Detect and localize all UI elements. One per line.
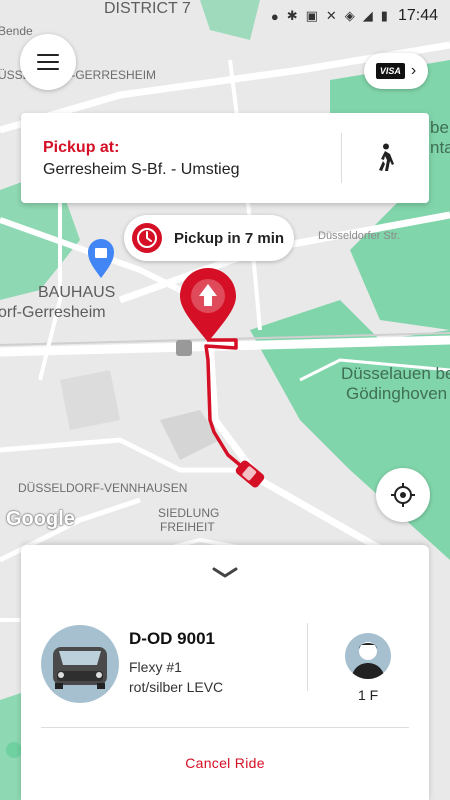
vehicle-description: rot/silber LEVC <box>129 679 224 695</box>
payment-method-button[interactable]: VISA › <box>364 53 428 89</box>
map-label-siedlung: SIEDLUNG <box>158 506 220 520</box>
menu-button[interactable] <box>20 34 76 90</box>
map-poi-icon <box>6 742 22 758</box>
map-label-top-right-b: ntal <box>430 138 450 157</box>
map-label-duesseldorfer-str: Düsseldorfer Str. <box>318 230 400 242</box>
vehicle-name: Flexy #1 <box>129 659 182 675</box>
map-label-top-right-a: ber <box>430 118 450 137</box>
status-bar: ● ✱ ▣ ✕ ◈ ◢ ▮ 17:44 <box>0 0 450 32</box>
map-label-duesselauen: Düsselauen be <box>341 364 450 383</box>
mute-icon: ✕ <box>325 8 337 23</box>
walking-person-icon[interactable] <box>373 143 397 173</box>
hamburger-menu-icon <box>37 54 59 70</box>
nfc-icon: ▣ <box>305 8 318 23</box>
battery-icon: ▮ <box>380 8 388 23</box>
pickup-address: Gerresheim S-Bf. - Umstieg <box>43 161 240 178</box>
chevron-right-icon: › <box>410 62 417 79</box>
collapse-chevron-icon[interactable] <box>211 565 239 581</box>
map-label-freiheit: FREIHEIT <box>160 520 215 534</box>
visa-card-icon: VISA <box>375 63 405 79</box>
map-label-bauhaus: BAUHAUS <box>38 284 116 301</box>
eta-pill: Pickup in 7 min <box>124 215 294 261</box>
eta-text: Pickup in 7 min <box>174 229 285 247</box>
signal-icon: ◢ <box>362 8 373 23</box>
cancel-ride-button[interactable]: Cancel Ride <box>21 755 429 771</box>
location-icon: ● <box>270 8 279 24</box>
google-logo: Google <box>6 508 75 530</box>
vehicle-divider <box>307 623 308 691</box>
map-label-bauhaus-sub: orf-Gerresheim <box>0 304 106 321</box>
train-station-icon <box>176 340 192 356</box>
vehicle-avatar <box>41 625 119 703</box>
map-label-goedinghoven: Gödinghoven <box>346 384 448 403</box>
status-icons: ● ✱ ▣ ✕ ◈ ◢ ▮ <box>271 8 388 24</box>
status-time: 17:44 <box>397 7 438 24</box>
wifi-icon: ◈ <box>344 8 355 23</box>
person-icon <box>351 642 385 679</box>
map-label-vennhausen: DÜSSELDORF-VENNHAUSEN <box>18 481 188 495</box>
my-location-button[interactable] <box>376 468 430 522</box>
vehicle-plate: D-OD 9001 <box>129 629 215 648</box>
bluetooth-icon: ✱ <box>286 8 298 23</box>
panel-divider <box>41 727 409 728</box>
driver-avatar[interactable] <box>345 633 391 679</box>
pickup-label: Pickup at: <box>43 139 120 156</box>
ride-details-panel: D-OD 9001 Flexy #1 rot/silber LEVC 1 F C… <box>21 545 429 800</box>
driver-label: 1 F <box>358 687 379 703</box>
clock-icon <box>132 223 162 253</box>
taxi-van-icon <box>53 647 107 689</box>
pickup-divider <box>341 133 342 183</box>
pickup-card[interactable]: Pickup at: Gerresheim S-Bf. - Umstieg <box>21 113 429 203</box>
crosshair-icon <box>391 483 415 507</box>
